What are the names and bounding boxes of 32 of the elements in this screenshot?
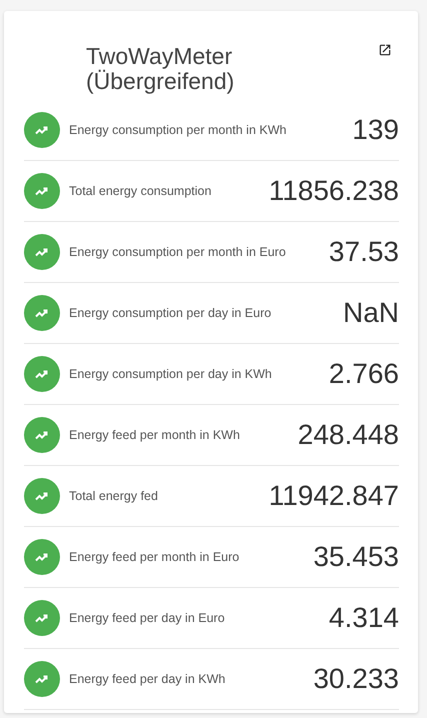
- trend-icon: [24, 478, 60, 514]
- trend-icon: [24, 295, 60, 331]
- card-title: TwoWayMeter (Übergreifend): [86, 44, 236, 94]
- metric-label: Energy consumption per day in KWh: [69, 367, 273, 381]
- trend-icon: [24, 173, 60, 209]
- metric-value: 11856.238: [268, 175, 399, 207]
- metric-value: 35.453: [313, 541, 399, 573]
- metric-label: Energy feed per month in Euro: [69, 550, 240, 564]
- trend-icon: [24, 600, 60, 636]
- metric-label: Energy feed per day in Euro: [69, 611, 226, 625]
- trend-icon: [24, 417, 60, 453]
- metric-value: 30.233: [313, 663, 399, 695]
- metric-label: Total energy consumption: [69, 184, 212, 198]
- open-in-new-icon[interactable]: [378, 43, 392, 57]
- metric-value: 2.766: [328, 358, 399, 390]
- metric-label: Energy consumption per day in Euro: [69, 306, 272, 320]
- metric-label: Energy consumption per month in KWh: [69, 123, 288, 137]
- metric-value: 248.448: [298, 419, 399, 451]
- trend-icon: [24, 539, 60, 575]
- metric-label: Energy feed per month in KWh: [69, 428, 241, 442]
- trend-icon: [24, 234, 60, 270]
- metric-label: Energy consumption per month in Euro: [69, 245, 287, 259]
- trend-icon: [24, 661, 60, 697]
- metric-value: 11942.847: [268, 480, 399, 512]
- metric-value: 139: [352, 114, 399, 146]
- metric-label: Total energy fed: [69, 489, 159, 503]
- trend-icon: [24, 356, 60, 392]
- metric-label: Energy feed per day in KWh: [69, 672, 226, 686]
- metric-value: 37.53: [328, 236, 399, 268]
- trend-icon: [24, 112, 60, 148]
- metric-value: NaN: [342, 297, 399, 329]
- metric-value: 4.314: [328, 602, 399, 634]
